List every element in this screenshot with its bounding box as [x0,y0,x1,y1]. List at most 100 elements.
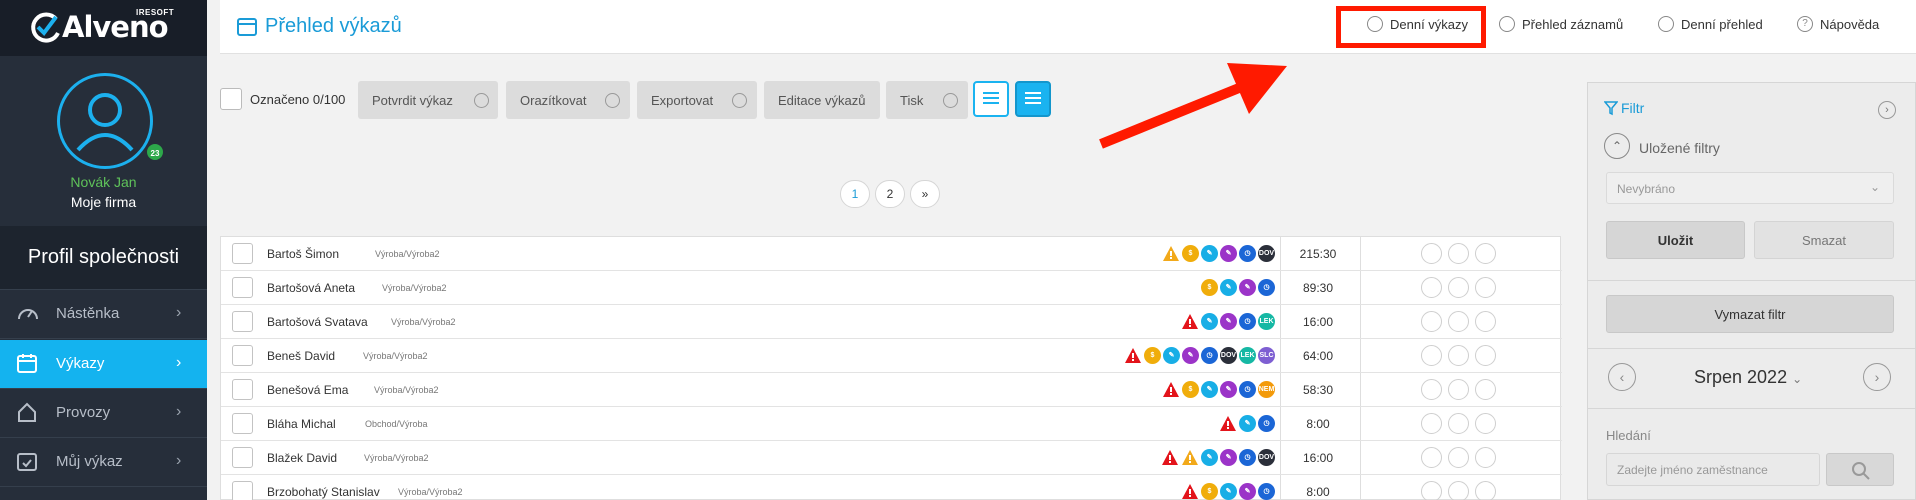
page-2-button[interactable]: 2 [875,180,905,208]
company-title[interactable]: Profil společnosti [0,246,207,269]
pen-purple-icon[interactable]: ✎ [1239,483,1256,500]
person-icon[interactable] [1448,345,1469,366]
edit-reports-button[interactable]: Editace výkazů [764,81,880,119]
table-row[interactable]: Benešová Ema Výroba/Výroba2 $ ✎ ✎ ◷ NEM 58:30 [221,373,1562,407]
previous-month-button[interactable]: ‹ [1608,363,1636,391]
nav-item-vykazy[interactable]: Výkazy › [0,340,207,388]
collapse-filter-button[interactable]: › [1878,101,1896,119]
employee-name[interactable]: Brzobohatý Stanislav [267,485,380,499]
thumbs-up-icon[interactable] [1421,481,1442,500]
dov-badge-icon[interactable]: DOV [1220,347,1237,364]
clock-icon[interactable]: ◷ [1201,347,1218,364]
user-name[interactable]: Novák Jan [0,174,207,190]
edit-icon[interactable] [1475,277,1496,298]
pen-icon[interactable]: ✎ [1201,449,1218,466]
warning-red-icon[interactable] [1181,313,1199,330]
thumbs-up-icon[interactable] [1421,447,1442,468]
pen-purple-icon[interactable]: ✎ [1220,381,1237,398]
export-button[interactable]: Exportovat [637,81,757,119]
nav-item-provozy[interactable]: Provozy › [0,389,207,437]
table-row[interactable]: Blažek David Výroba/Výroba2 ✎ ✎ ◷ DOV 16:00 [221,441,1562,475]
month-selector[interactable]: Srpen 2022 ⌄ [1694,367,1802,388]
person-icon[interactable] [1448,243,1469,264]
person-icon[interactable] [1448,413,1469,434]
person-icon[interactable] [1448,481,1469,500]
lek-badge-icon[interactable]: LEK [1239,347,1256,364]
pen-icon[interactable]: ✎ [1220,279,1237,296]
table-row[interactable]: Bláha Michal Obchod/Výroba ✎ ◷ 8:00 [221,407,1562,441]
thumbs-up-icon[interactable] [1421,345,1442,366]
thumbs-up-icon[interactable] [1421,277,1442,298]
pen-icon[interactable]: ✎ [1201,245,1218,262]
notification-badge[interactable]: 23 [145,142,165,162]
row-checkbox[interactable] [232,481,253,500]
edit-icon[interactable] [1475,447,1496,468]
person-icon[interactable] [1448,379,1469,400]
employee-name[interactable]: Bartošová Svatava [267,315,368,329]
pen-icon[interactable]: ✎ [1220,483,1237,500]
slc-badge-icon[interactable]: SLC [1258,347,1275,364]
delete-filter-button[interactable]: Smazat [1754,221,1894,259]
lek-badge-icon[interactable]: LEK [1258,313,1275,330]
table-row[interactable]: Brzobohatý Stanislav Výroba/Výroba2 $ ✎ ✎ ◷ 8:… [221,475,1562,500]
nem-badge-icon[interactable]: NEM [1258,381,1275,398]
nav-item-nastenka[interactable]: Nástěnka › [0,290,207,338]
thumbs-up-icon[interactable] [1421,243,1442,264]
next-month-button[interactable]: › [1863,363,1891,391]
nav-item-muj-vykaz[interactable]: Můj výkaz › [0,438,207,486]
pen-icon[interactable]: ✎ [1201,313,1218,330]
edit-icon[interactable] [1475,379,1496,400]
pen-purple-icon[interactable]: ✎ [1220,313,1237,330]
table-row[interactable]: Bartošová Aneta Výroba/Výroba2 $ ✎ ✎ ◷ 89:30 [221,271,1562,305]
pen-purple-icon[interactable]: ✎ [1182,347,1199,364]
clock-icon[interactable]: ◷ [1239,245,1256,262]
person-icon[interactable] [1448,277,1469,298]
clock-icon[interactable]: ◷ [1258,279,1275,296]
pen-purple-icon[interactable]: ✎ [1220,245,1237,262]
row-checkbox[interactable] [232,277,253,298]
clock-icon[interactable]: ◷ [1258,415,1275,432]
warning-red-icon[interactable] [1181,483,1199,500]
employee-name[interactable]: Bláha Michal [267,417,336,431]
confirm-report-button[interactable]: Potvrdit výkaz [358,81,498,119]
employee-name[interactable]: Benešová Ema [267,383,348,397]
edit-icon[interactable] [1475,413,1496,434]
warning-red-icon[interactable] [1161,449,1179,466]
table-row[interactable]: Beneš David Výroba/Výroba2 $ ✎ ✎ ◷ DOV LEK SLC 64… [221,339,1562,373]
pen-icon[interactable]: ✎ [1163,347,1180,364]
employee-name[interactable]: Bartoš Šimon [267,247,339,261]
person-icon[interactable] [1448,447,1469,468]
save-filter-button[interactable]: Uložit [1606,221,1745,259]
dov-badge-icon[interactable]: DOV [1258,245,1275,262]
employee-name[interactable]: Blažek David [267,451,337,465]
edit-icon[interactable] [1475,481,1496,500]
pen-purple-icon[interactable]: ✎ [1220,449,1237,466]
employee-search-input[interactable] [1606,453,1820,486]
pen-icon[interactable]: ✎ [1239,415,1256,432]
warning-red-icon[interactable] [1162,381,1180,398]
employee-name[interactable]: Bartošová Aneta [267,281,355,295]
clock-icon[interactable]: ◷ [1239,381,1256,398]
chevron-up-icon[interactable]: ⌃ [1604,133,1630,159]
pen-purple-icon[interactable]: ✎ [1239,279,1256,296]
thumbs-up-icon[interactable] [1421,311,1442,332]
dov-badge-icon[interactable]: DOV [1258,449,1275,466]
row-checkbox[interactable] [232,379,253,400]
saved-filters-label[interactable]: Uložené filtry [1639,140,1720,156]
clear-filter-button[interactable]: Vymazat filtr [1606,295,1894,333]
table-row[interactable]: Bartošová Svatava Výroba/Výroba2 ✎ ✎ ◷ LEK 16:… [221,305,1562,339]
row-checkbox[interactable] [232,243,253,264]
list-view-button[interactable] [973,81,1009,117]
saved-filter-select[interactable]: Nevybráno ⌄ [1606,172,1894,204]
avatar[interactable] [57,73,153,169]
next-page-button[interactable]: » [910,180,940,208]
row-checkbox[interactable] [232,447,253,468]
pen-icon[interactable]: ✎ [1201,381,1218,398]
page-1-button[interactable]: 1 [840,180,870,208]
row-checkbox[interactable] [232,311,253,332]
dollar-icon[interactable]: $ [1201,483,1218,500]
compact-view-button[interactable] [1015,81,1051,117]
thumbs-up-icon[interactable] [1421,379,1442,400]
row-checkbox[interactable] [232,345,253,366]
clock-icon[interactable]: ◷ [1258,483,1275,500]
